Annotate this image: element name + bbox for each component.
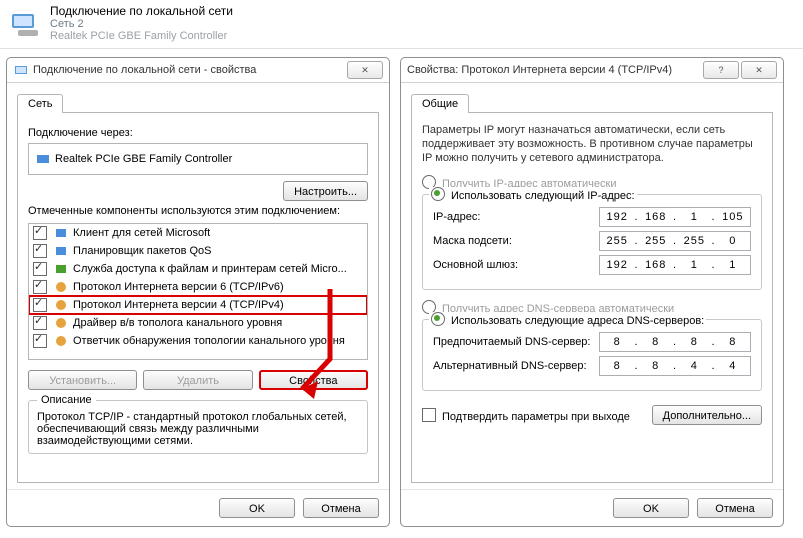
- description-group: Описание Протокол TCP/IP - стандартный п…: [28, 400, 368, 454]
- list-item[interactable]: Протокол Интернета версии 6 (TCP/IPv6): [29, 278, 367, 296]
- tabs: Общие: [411, 93, 773, 113]
- uninstall-button[interactable]: Удалить: [143, 370, 252, 390]
- component-icon: [53, 279, 69, 295]
- list-item[interactable]: Драйвер в/в тополога канального уровня: [29, 314, 367, 332]
- list-item[interactable]: Клиент для сетей Microsoft: [29, 224, 367, 242]
- component-label: Протокол Интернета версии 4 (TCP/IPv4): [73, 299, 284, 311]
- connect-using-label: Подключение через:: [28, 127, 368, 139]
- component-label: Ответчик обнаружения топологии канальног…: [73, 335, 345, 347]
- dns2-label: Альтернативный DNS-сервер:: [433, 360, 599, 372]
- component-icon: [53, 333, 69, 349]
- ip-label: IP-адрес:: [433, 211, 599, 223]
- mask-input[interactable]: 255.255.255.0: [599, 231, 751, 251]
- network-adapter-icon: [6, 4, 46, 44]
- gateway-label: Основной шлюз:: [433, 259, 599, 271]
- radio-manual-ip[interactable]: Использовать следующий IP-адрес:: [429, 187, 637, 202]
- advanced-button[interactable]: Дополнительно...: [652, 405, 762, 425]
- connection-header: Подключение по локальной сети Сеть 2 Rea…: [0, 0, 803, 49]
- list-item[interactable]: Протокол Интернета версии 4 (TCP/IPv4): [29, 296, 367, 314]
- component-label: Служба доступа к файлам и принтерам сете…: [73, 263, 347, 275]
- titlebar: Подключение по локальной сети - свойства…: [7, 58, 389, 83]
- tabs: Сеть: [17, 93, 379, 113]
- ok-button[interactable]: OK: [219, 498, 295, 518]
- components-label: Отмеченные компоненты используются этим …: [28, 205, 368, 217]
- radio-manual-dns[interactable]: Использовать следующие адреса DNS-сервер…: [429, 312, 706, 327]
- tcpip-properties-window: Свойства: Протокол Интернета версии 4 (T…: [400, 57, 784, 527]
- tab-network[interactable]: Сеть: [17, 94, 63, 113]
- close-button[interactable]: ✕: [741, 61, 777, 79]
- checkbox[interactable]: [33, 244, 47, 258]
- checkbox[interactable]: [33, 280, 47, 294]
- description-text: Протокол TCP/IP - стандартный протокол г…: [37, 411, 359, 447]
- component-label: Драйвер в/в тополога канального уровня: [73, 317, 282, 329]
- checkbox[interactable]: [33, 298, 47, 312]
- description-title: Описание: [37, 394, 96, 406]
- list-item[interactable]: Планировщик пакетов QoS: [29, 242, 367, 260]
- mask-label: Маска подсети:: [433, 235, 599, 247]
- checkbox[interactable]: [33, 316, 47, 330]
- components-list[interactable]: Клиент для сетей Microsoft Планировщик па…: [28, 223, 368, 360]
- checkbox[interactable]: [33, 334, 47, 348]
- help-button[interactable]: ?: [703, 61, 739, 79]
- gateway-input[interactable]: 192.168.1.1: [599, 255, 751, 275]
- dns2-input[interactable]: 8.8.4.4: [599, 356, 751, 376]
- list-item[interactable]: Служба доступа к файлам и принтерам сете…: [29, 260, 367, 278]
- component-icon: [53, 315, 69, 331]
- network-name: Сеть 2: [50, 18, 233, 30]
- cancel-button[interactable]: Отмена: [697, 498, 773, 518]
- cancel-button[interactable]: Отмена: [303, 498, 379, 518]
- validate-checkbox[interactable]: Подтвердить параметры при выходе: [422, 408, 630, 423]
- component-icon: [53, 261, 69, 277]
- component-label: Планировщик пакетов QoS: [73, 245, 212, 257]
- configure-button[interactable]: Настроить...: [283, 181, 368, 201]
- close-button[interactable]: ✕: [347, 61, 383, 79]
- titlebar: Свойства: Протокол Интернета версии 4 (T…: [401, 58, 783, 83]
- dns1-input[interactable]: 8.8.8.8: [599, 332, 751, 352]
- window-icon: [13, 62, 29, 78]
- tab-general[interactable]: Общие: [411, 94, 469, 113]
- component-icon: [53, 225, 69, 241]
- properties-button[interactable]: Свойства: [259, 370, 368, 390]
- component-label: Клиент для сетей Microsoft: [73, 227, 210, 239]
- component-icon: [53, 243, 69, 259]
- window-title: Свойства: Протокол Интернета версии 4 (T…: [407, 64, 701, 76]
- adapter-text: Realtek PCIe GBE Family Controller: [55, 153, 232, 165]
- intro-text: Параметры IP могут назначаться автоматич…: [422, 123, 762, 165]
- connection-properties-window: Подключение по локальной сети - свойства…: [6, 57, 390, 527]
- window-title: Подключение по локальной сети - свойства: [33, 64, 345, 76]
- ok-button[interactable]: OK: [613, 498, 689, 518]
- component-label: Протокол Интернета версии 6 (TCP/IPv6): [73, 281, 284, 293]
- adapter-box: Realtek PCIe GBE Family Controller: [28, 143, 368, 175]
- ip-input[interactable]: 192.168.1.105: [599, 207, 751, 227]
- connection-name: Подключение по локальной сети: [50, 4, 233, 18]
- checkbox[interactable]: [33, 226, 47, 240]
- list-item[interactable]: Ответчик обнаружения топологии канальног…: [29, 332, 367, 350]
- adapter-name: Realtek PCIe GBE Family Controller: [50, 30, 233, 42]
- component-icon: [53, 297, 69, 313]
- dns1-label: Предпочитаемый DNS-сервер:: [433, 336, 599, 348]
- checkbox[interactable]: [33, 262, 47, 276]
- install-button[interactable]: Установить...: [28, 370, 137, 390]
- adapter-icon: [35, 151, 51, 167]
